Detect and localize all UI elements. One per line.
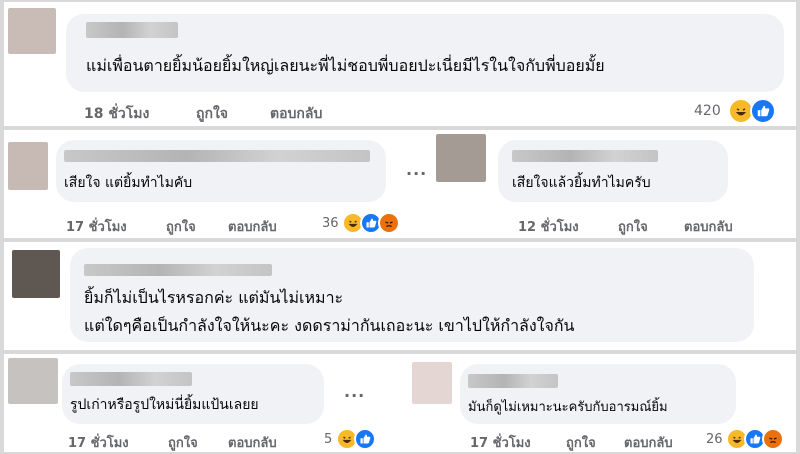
comment-text: มันก็ดูไม่เหมาะนะครับกับอารมณ์ยิ้ม <box>468 400 668 415</box>
comment-bubble: เสียใจ แต่ยิ้มทำไมคับ <box>56 140 386 202</box>
reaction-icons[interactable] <box>728 98 776 124</box>
comment-text: รูปเก่าหรือรูปใหม่นี่ยิ้มแป้นเลยย <box>70 397 259 413</box>
comment-timestamp[interactable]: 17 ชั่วโมง <box>68 432 129 452</box>
like-icon <box>750 98 776 124</box>
avatar[interactable] <box>412 362 452 404</box>
like-link[interactable]: ถูกใจ <box>618 216 648 237</box>
reply-link[interactable]: ตอบกลับ <box>624 432 673 452</box>
avatar[interactable] <box>436 134 486 182</box>
comment-timestamp[interactable]: 17 ชั่วโมง <box>66 216 127 237</box>
more-options-button[interactable]: ... <box>406 160 427 179</box>
comment-timestamp[interactable]: 18 ชั่วโมง <box>84 103 149 125</box>
comment-bubble: เสียใจแล้วยิ้มทำไมครับ <box>498 140 728 202</box>
more-options-button[interactable]: ... <box>344 382 365 401</box>
comment-bubble: ยิ้มก็ไม่เป็นไรหรอกค่ะ แต่มันไม่เหมาะ แต… <box>70 248 754 342</box>
comment-timestamp[interactable]: 12 ชั่วโมง <box>518 216 579 237</box>
comment-text-line-2: แต่ใดๆคือเป็นกำลังใจให้นะคะ งดดราม่ากันเ… <box>84 316 575 335</box>
comment-bubble: แม่เพื่อนตายยิ้มน้อยยิ้มใหญ่เลยนะพี่ไม่ช… <box>66 14 784 92</box>
comment-panel-3: ยิ้มก็ไม่เป็นไรหรอกค่ะ แต่มันไม่เหมาะ แต… <box>4 242 796 350</box>
comment-text: แม่เพื่อนตายยิ้มน้อยยิ้มใหญ่เลยนะพี่ไม่ช… <box>86 56 605 75</box>
reaction-count[interactable]: 36 <box>322 216 339 231</box>
comment-bubble: มันก็ดูไม่เหมาะนะครับกับอารมณ์ยิ้ม <box>460 364 736 424</box>
commenter-name-blurred[interactable] <box>70 372 192 386</box>
comment-text-line-1: ยิ้มก็ไม่เป็นไรหรอกค่ะ แต่มันไม่เหมาะ <box>84 288 344 307</box>
comment-text: เสียใจแล้วยิ้มทำไมครับ <box>512 175 651 191</box>
commenter-name-blurred[interactable] <box>84 264 272 276</box>
avatar[interactable] <box>12 250 60 298</box>
commenter-name-blurred[interactable] <box>512 150 658 162</box>
reply-link[interactable]: ตอบกลับ <box>228 216 277 237</box>
reaction-count[interactable]: 420 <box>694 103 721 119</box>
like-link[interactable]: ถูกใจ <box>196 103 228 125</box>
reaction-count[interactable]: 5 <box>324 432 332 447</box>
angry-icon <box>762 428 784 450</box>
comment-panel-4: รูปเก่าหรือรูปใหม่นี่ยิ้มแป้นเลยย ... 17… <box>4 354 796 452</box>
like-icon <box>354 428 376 450</box>
comment-panel-2: เสียใจ แต่ยิ้มทำไมคับ ... 17 ชั่วโมง ถูก… <box>4 130 796 238</box>
like-link[interactable]: ถูกใจ <box>168 432 198 452</box>
reply-link[interactable]: ตอบกลับ <box>270 103 322 125</box>
comment-panel-1: แม่เพื่อนตายยิ้มน้อยยิ้มใหญ่เลยนะพี่ไม่ช… <box>4 2 796 126</box>
avatar[interactable] <box>8 358 58 404</box>
like-link[interactable]: ถูกใจ <box>566 432 596 452</box>
reaction-count[interactable]: 26 <box>706 432 723 447</box>
like-link[interactable]: ถูกใจ <box>166 216 196 237</box>
reaction-icons[interactable] <box>726 428 784 450</box>
reaction-icons[interactable] <box>342 212 400 234</box>
avatar[interactable] <box>8 8 56 54</box>
comment-timestamp[interactable]: 17 ชั่วโมง <box>470 432 531 452</box>
commenter-name-blurred[interactable] <box>468 374 558 388</box>
reply-link[interactable]: ตอบกลับ <box>684 216 733 237</box>
comment-text: เสียใจ แต่ยิ้มทำไมคับ <box>64 175 193 191</box>
commenter-name-blurred[interactable] <box>64 150 370 162</box>
comment-bubble: รูปเก่าหรือรูปใหม่นี่ยิ้มแป้นเลยย <box>62 364 324 424</box>
angry-icon <box>378 212 400 234</box>
reaction-icons[interactable] <box>336 428 376 450</box>
avatar[interactable] <box>8 142 48 190</box>
reply-link[interactable]: ตอบกลับ <box>228 432 277 452</box>
commenter-name-blurred[interactable] <box>86 22 178 38</box>
